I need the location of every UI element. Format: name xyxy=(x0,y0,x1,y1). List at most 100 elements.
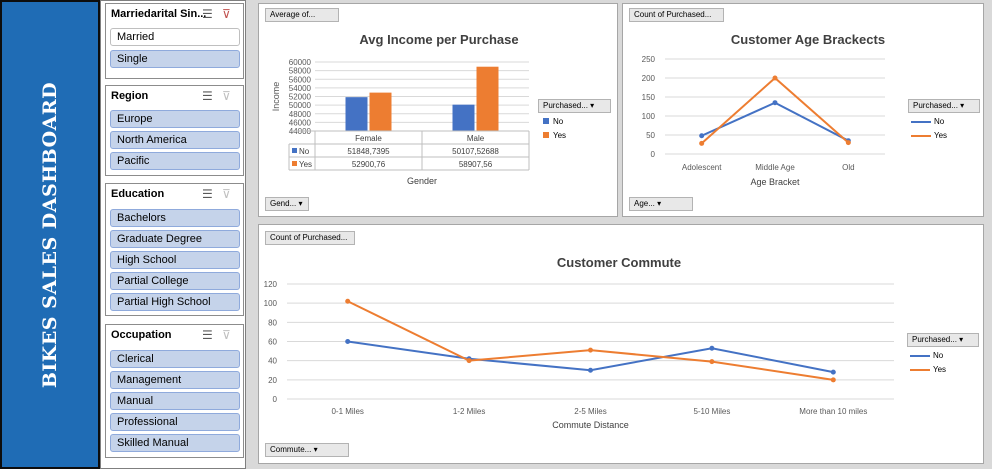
clear-filter-icon[interactable]: ⊽ xyxy=(222,328,231,342)
table-row-label-yes: Yes xyxy=(299,160,312,169)
slicer-title: Region xyxy=(111,90,149,102)
slicer-item-label: Clerical xyxy=(117,353,154,365)
legend-swatch xyxy=(543,118,549,124)
clear-filter-icon[interactable]: ⊽ xyxy=(222,89,231,103)
slicer-marital-status: Marriedarital Sin... ☰ ⊽ Married Single xyxy=(105,3,244,79)
data-point-yes xyxy=(345,298,351,304)
legend-swatch xyxy=(911,134,931,137)
data-point-no xyxy=(699,133,705,139)
slicer-item-married[interactable]: Married xyxy=(110,28,240,46)
axis-field-button[interactable]: Gend... ▾ xyxy=(265,197,309,211)
slicer-item-skilled-manual[interactable]: Skilled Manual xyxy=(110,434,240,452)
x-tick-label: 1-2 Miles xyxy=(453,407,485,416)
slicer-item-single[interactable]: Single xyxy=(110,50,240,68)
table-swatch-no xyxy=(292,148,297,153)
x-axis-title: Age Bracket xyxy=(750,177,800,187)
data-point-no xyxy=(830,369,836,375)
data-point-no xyxy=(588,367,593,373)
legend-label: No xyxy=(933,351,944,360)
slicer-item-europe[interactable]: Europe xyxy=(110,110,240,128)
data-point-no xyxy=(709,345,715,351)
axis-field-label: Gend... xyxy=(270,199,297,208)
data-point-yes xyxy=(830,377,836,383)
table-header-female: Female xyxy=(355,134,382,143)
clear-filter-icon[interactable]: ⊽ xyxy=(222,7,231,21)
multi-select-icon[interactable]: ☰ xyxy=(202,89,213,103)
y-tick-label: 60 xyxy=(268,338,277,347)
x-tick-label: Old xyxy=(842,163,854,172)
multi-select-icon[interactable]: ☰ xyxy=(202,187,213,201)
legend: No Yes xyxy=(910,349,946,377)
slicer-item-label: Professional xyxy=(117,416,178,428)
legend-entry-yes: Yes xyxy=(911,129,947,143)
x-tick-label: Middle Age xyxy=(755,163,795,172)
axis-field-button[interactable]: Age... ▾ xyxy=(629,197,693,211)
slicer-occupation: Occupation ☰ ⊽ Clerical Management Manua… xyxy=(105,324,244,458)
y-tick-label: 100 xyxy=(642,112,656,121)
slicer-item-management[interactable]: Management xyxy=(110,371,240,389)
dashboard-title: BIKES SALES DASHBOARD xyxy=(39,81,61,388)
x-tick-label: 0-1 Miles xyxy=(331,407,363,416)
slicer-item-partial-high-school[interactable]: Partial High School xyxy=(110,293,240,311)
y-tick-label: 80 xyxy=(268,318,277,327)
multi-select-icon[interactable]: ☰ xyxy=(202,7,213,21)
data-point-no xyxy=(345,339,351,344)
slicer-item-label: Single xyxy=(117,53,148,65)
slicer-item-label: Bachelors xyxy=(117,212,166,224)
slicer-item-bachelors[interactable]: Bachelors xyxy=(110,209,240,227)
slicer-item-label: Partial High School xyxy=(117,296,211,308)
axis-field-button[interactable]: Commute... ▾ xyxy=(265,443,349,457)
slicer-item-label: Married xyxy=(117,31,155,43)
slicer-title: Marriedarital Sin... xyxy=(111,8,207,20)
table-swatch-yes xyxy=(292,161,297,166)
slicer-item-partial-college[interactable]: Partial College xyxy=(110,272,240,290)
slicer-item-label: Manual xyxy=(117,395,154,407)
legend-field-label: Purchased... xyxy=(912,335,957,344)
y-tick-label: 0 xyxy=(273,395,278,404)
legend-field-button[interactable]: Purchased... ▾ xyxy=(908,99,980,113)
slicer-item-label: Pacific xyxy=(117,155,150,167)
legend-swatch xyxy=(910,368,930,371)
slicer-item-manual[interactable]: Manual xyxy=(110,392,240,410)
series-line-yes xyxy=(701,76,849,145)
slicer-item-high-school[interactable]: High School xyxy=(110,251,240,269)
legend: No Yes xyxy=(543,115,566,143)
data-point-yes xyxy=(699,140,705,146)
legend-label: No xyxy=(553,117,564,126)
legend-field-button[interactable]: Purchased... ▾ xyxy=(538,99,611,113)
x-tick-label: Adolescent xyxy=(682,163,722,172)
legend-swatch xyxy=(910,354,930,357)
slicer-item-label: Graduate Degree xyxy=(117,233,202,245)
slicer-item-clerical[interactable]: Clerical xyxy=(110,350,240,368)
slicer-item-label: High School xyxy=(117,254,177,266)
legend-field-button[interactable]: Purchased... ▾ xyxy=(907,333,979,347)
slicer-item-label: Skilled Manual xyxy=(117,437,189,449)
slicer-education: Education ☰ ⊽ Bachelors Graduate Degree … xyxy=(105,183,244,316)
table-cell: 58907,56 xyxy=(459,160,493,169)
commute-chart-panel: Count of Purchased... Customer Commute 1… xyxy=(258,224,984,464)
y-tick-label: 20 xyxy=(268,376,277,385)
legend-label: Yes xyxy=(934,131,948,140)
legend-entry-no: No xyxy=(910,349,946,363)
legend-entry-yes: Yes xyxy=(543,129,566,143)
slicer-item-north-america[interactable]: North America xyxy=(110,131,240,149)
commute-chart-svg: 120 100 80 60 40 20 0 0-1 Miles 1-2 Miles 2-5 Mil… xyxy=(264,280,894,430)
y-tick-label: 40 xyxy=(268,357,277,366)
data-point-yes xyxy=(772,75,778,81)
slicer-item-professional[interactable]: Professional xyxy=(110,413,240,431)
age-chart-panel: Count of Purchased... Customer Age Brack… xyxy=(622,3,984,217)
x-axis-title: Gender xyxy=(407,176,437,186)
clear-filter-icon[interactable]: ⊽ xyxy=(222,187,231,201)
y-axis-title: Income xyxy=(271,82,281,112)
legend-swatch xyxy=(911,120,931,123)
slicer-item-pacific[interactable]: Pacific xyxy=(110,152,240,170)
legend-entry-no: No xyxy=(543,115,566,129)
slicer-item-label: Partial College xyxy=(117,275,189,287)
y-tick-label: 50 xyxy=(646,131,655,140)
multi-select-icon[interactable]: ☰ xyxy=(202,328,213,342)
slicer-item-graduate-degree[interactable]: Graduate Degree xyxy=(110,230,240,248)
slicer-region: Region ☰ ⊽ Europe North America Pacific xyxy=(105,85,244,176)
legend: No Yes xyxy=(911,115,947,143)
axis-field-label: Commute... xyxy=(270,445,312,454)
bar-no-female xyxy=(345,97,368,131)
